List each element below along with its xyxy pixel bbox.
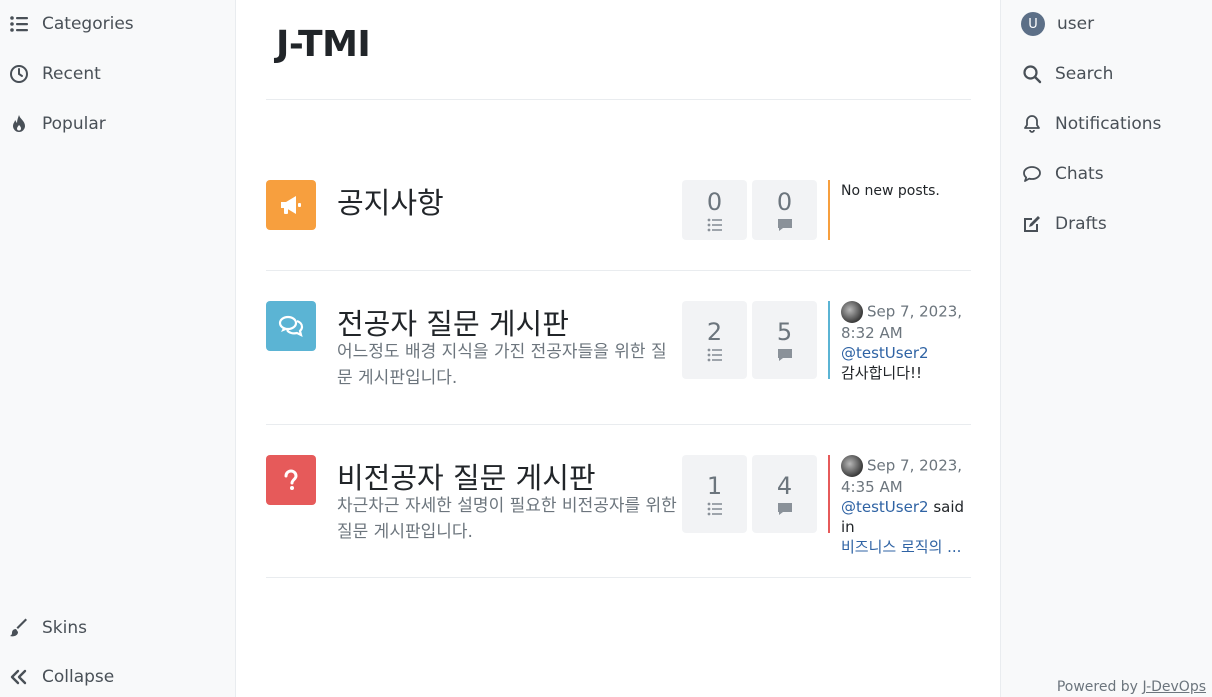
topic-count: 1 (682, 455, 747, 533)
post-count: 5 (752, 301, 817, 379)
topic-count-value: 0 (706, 187, 723, 216)
post-count: 0 (752, 180, 817, 240)
teaser-meta: Sep 7, 2023, 8:32 AM (841, 301, 978, 343)
nav-popular[interactable]: Popular (8, 106, 106, 142)
nav-user[interactable]: U user (1021, 6, 1094, 42)
nav-recent[interactable]: Recent (8, 56, 101, 92)
topic-count: 2 (682, 301, 747, 379)
teaser-user-link[interactable]: @testUser2 (841, 343, 978, 363)
list-icon (707, 347, 723, 361)
teaser-user-link[interactable]: @testUser2 (841, 498, 929, 516)
post-count: 4 (752, 455, 817, 533)
nav-notifications[interactable]: Notifications (1021, 106, 1161, 142)
category-title[interactable]: 전공자 질문 게시판 (337, 301, 569, 343)
fire-icon (8, 113, 30, 135)
nav-drafts[interactable]: Drafts (1021, 206, 1107, 242)
avatar[interactable] (841, 301, 863, 323)
nav-search[interactable]: Search (1021, 56, 1113, 92)
avatar: U (1021, 12, 1045, 36)
no-posts-text: No new posts. (841, 183, 940, 199)
bell-icon (1021, 113, 1043, 135)
comments-icon[interactable] (266, 301, 316, 351)
list-icon (8, 13, 30, 35)
question-icon[interactable] (266, 455, 316, 505)
list-icon (707, 501, 723, 515)
nav-categories[interactable]: Categories (8, 6, 134, 42)
left-sidebar: Categories Recent Popular Skins Collapse (0, 0, 236, 697)
nav-user-label: user (1057, 14, 1095, 34)
nav-collapse[interactable]: Collapse (8, 659, 114, 695)
category-title[interactable]: 공지사항 (337, 180, 444, 222)
category-teaser: Sep 7, 2023, 4:35 AM @testUser2 said in … (828, 455, 978, 556)
comment-icon (777, 217, 793, 231)
search-icon (1021, 63, 1043, 85)
comment-icon (777, 347, 793, 361)
nav-collapse-label: Collapse (42, 667, 115, 687)
nav-chats[interactable]: Chats (1021, 156, 1104, 192)
post-count-value: 4 (776, 471, 793, 500)
nav-skins[interactable]: Skins (8, 610, 87, 646)
comment-icon (777, 501, 793, 515)
nav-skins-label: Skins (42, 618, 87, 638)
brush-icon (8, 617, 30, 639)
topic-count-value: 1 (706, 471, 723, 500)
category-row: 비전공자 질문 게시판 차근차근 자세한 설명이 필요한 비전공자를 위한 질문… (266, 455, 971, 578)
footer-link[interactable]: J-DevOps (1142, 679, 1206, 695)
teaser-topic-link[interactable]: 비즈니스 로직의 ... (841, 537, 978, 557)
category-title[interactable]: 비전공자 질문 게시판 (337, 455, 596, 497)
clock-icon (8, 63, 30, 85)
category-row: 전공자 질문 게시판 어느정도 배경 지식을 가진 전공자들을 위한 질문 게시… (266, 301, 971, 425)
page-title[interactable]: J-TMI (276, 24, 371, 65)
list-icon (707, 217, 723, 231)
category-row: 공지사항 0 0 No new posts. (266, 180, 971, 271)
teaser-text: 감사합니다!! (841, 364, 923, 382)
edit-icon (1021, 213, 1043, 235)
topic-count: 0 (682, 180, 747, 240)
category-teaser: No new posts. (828, 180, 978, 240)
post-count-value: 5 (776, 317, 793, 346)
teaser-meta: Sep 7, 2023, 4:35 AM (841, 455, 978, 497)
nav-drafts-label: Drafts (1055, 214, 1107, 234)
teaser-user-line: @testUser2 said in (841, 497, 978, 537)
double-chevron-left-icon (8, 666, 30, 688)
chat-bubble-icon (1021, 163, 1043, 185)
category-description: 차근차근 자세한 설명이 필요한 비전공자를 위한 질문 게시판입니다. (337, 496, 677, 542)
nav-chats-label: Chats (1055, 164, 1104, 184)
nav-search-label: Search (1055, 64, 1114, 84)
avatar[interactable] (841, 455, 863, 477)
category-description: 어느정도 배경 지식을 가진 전공자들을 위한 질문 게시판입니다. (337, 342, 667, 388)
topic-count-value: 2 (706, 317, 723, 346)
post-count-value: 0 (776, 187, 793, 216)
megaphone-icon[interactable] (266, 180, 316, 230)
divider (266, 99, 971, 100)
nav-categories-label: Categories (42, 14, 134, 34)
footer: Powered by J-DevOps (1057, 679, 1206, 695)
nav-popular-label: Popular (42, 114, 106, 134)
nav-notifications-label: Notifications (1055, 114, 1162, 134)
nav-recent-label: Recent (42, 64, 101, 84)
right-sidebar: U user Search Notifications Chats Drafts (1000, 0, 1212, 697)
category-teaser: Sep 7, 2023, 8:32 AM @testUser2 감사합니다!! (828, 301, 978, 382)
footer-prefix: Powered by (1056, 679, 1138, 695)
